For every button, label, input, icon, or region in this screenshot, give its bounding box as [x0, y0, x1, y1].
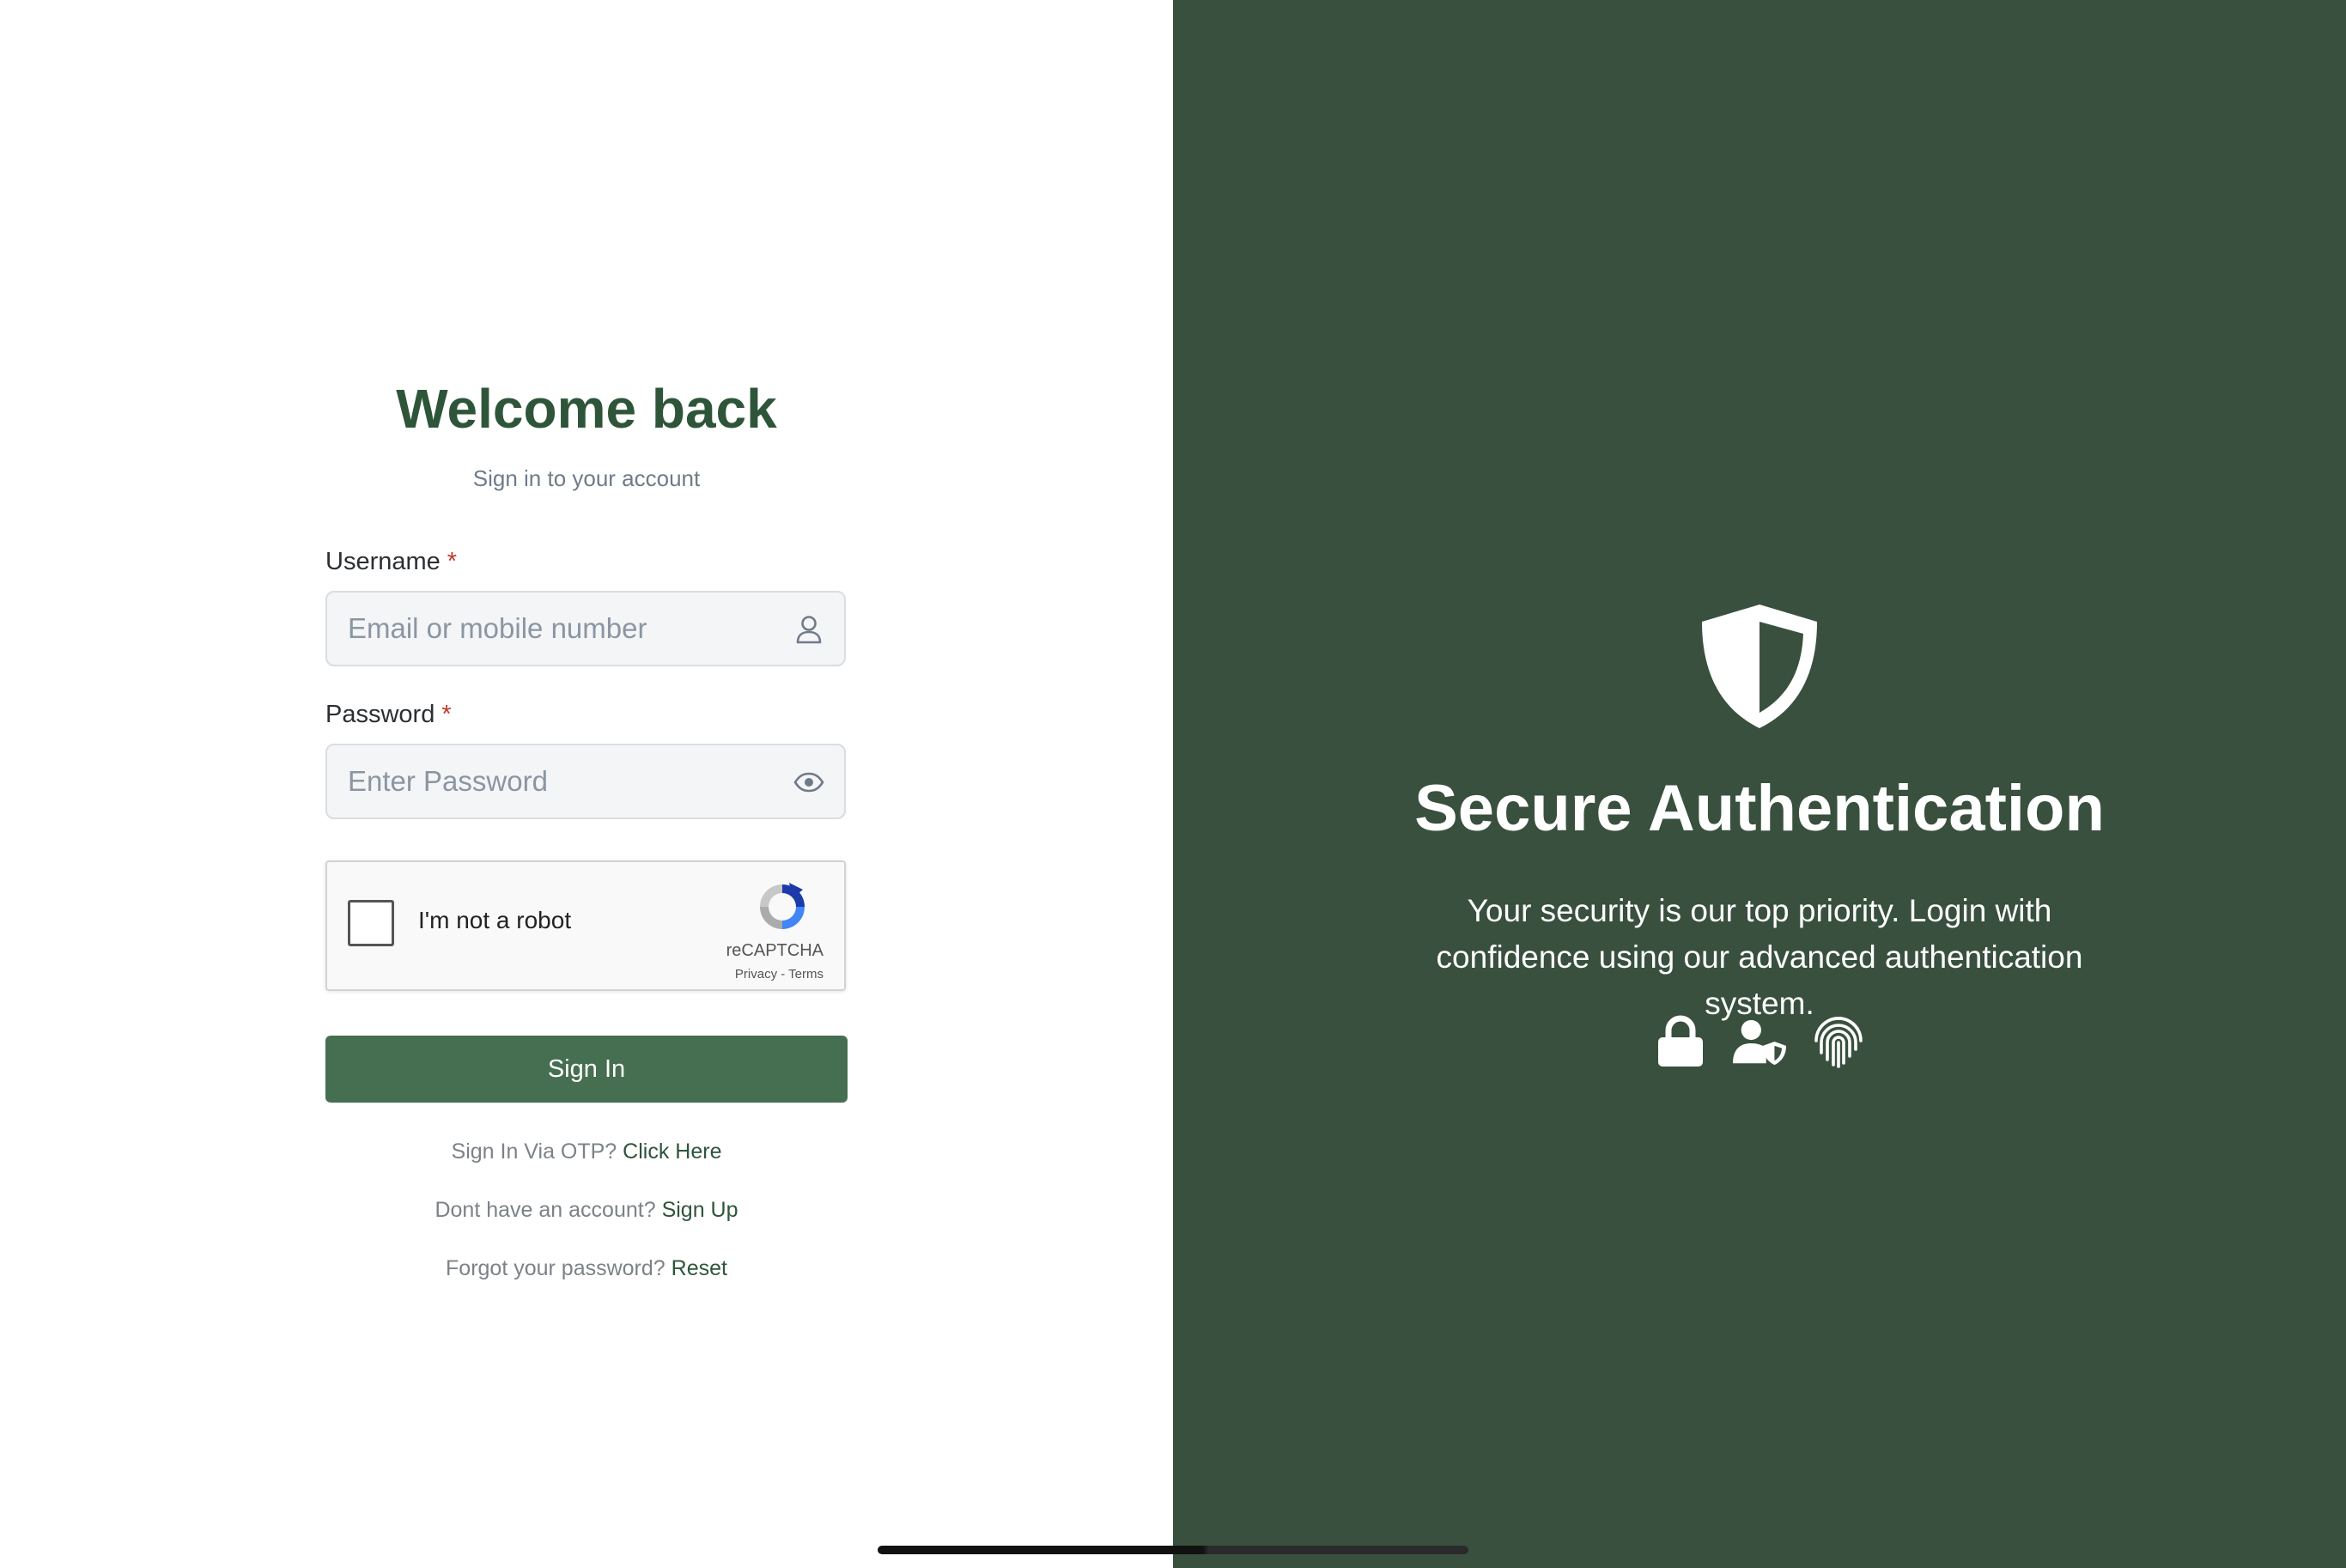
- signup-link[interactable]: Sign Up: [662, 1198, 738, 1222]
- sign-in-button[interactable]: Sign In: [325, 1036, 848, 1103]
- signup-prompt: Dont have an account?: [435, 1198, 656, 1222]
- username-label-text: Username: [325, 548, 441, 575]
- password-label: Password *: [325, 697, 848, 732]
- signup-line: Dont have an account? Sign Up: [325, 1195, 848, 1225]
- recaptcha-label: I'm not a robot: [418, 907, 572, 933]
- password-input[interactable]: [348, 745, 777, 817]
- reset-link[interactable]: Reset: [672, 1256, 727, 1280]
- recaptcha-brand: reCAPTCHA: [726, 941, 824, 960]
- eye-icon[interactable]: [793, 766, 825, 799]
- password-field: [325, 744, 846, 819]
- otp-line: Sign In Via OTP? Click Here: [325, 1137, 848, 1166]
- username-label: Username *: [325, 544, 848, 579]
- username-field: [325, 591, 846, 666]
- otp-link[interactable]: Click Here: [623, 1140, 721, 1164]
- login-form: Welcome back Sign in to your account Use…: [325, 371, 848, 1283]
- page-title: Welcome back: [396, 378, 777, 440]
- required-mark: *: [447, 548, 458, 575]
- page-subtitle: Sign in to your account: [472, 465, 701, 491]
- lock-icon: [1654, 1013, 1707, 1070]
- fingerprint-icon: [1812, 1013, 1865, 1070]
- shield-icon: [1697, 601, 1822, 732]
- promo-title: Secure Authentication: [1414, 772, 2105, 845]
- promo-description: Your security is our top priority. Login…: [1436, 893, 2083, 1021]
- login-page: Welcome back Sign in to your account Use…: [0, 0, 2346, 1568]
- login-panel: Welcome back Sign in to your account Use…: [0, 0, 1173, 1568]
- required-mark: *: [441, 701, 452, 728]
- recaptcha-checkbox[interactable]: [348, 900, 394, 946]
- recaptcha-logo-icon: [755, 879, 810, 934]
- recaptcha-widget: I'm not a robot reCAPTCHA Privacy - Term…: [325, 860, 846, 991]
- feature-icons: [1173, 1013, 2346, 1070]
- home-indicator[interactable]: [878, 1546, 1468, 1554]
- username-input[interactable]: [348, 593, 777, 665]
- password-label-text: Password: [325, 701, 435, 728]
- recaptcha-links[interactable]: Privacy - Terms: [735, 967, 824, 982]
- user-icon: [793, 613, 825, 646]
- forgot-line: Forgot your password? Reset: [325, 1254, 848, 1283]
- user-shield-icon: [1733, 1013, 1786, 1070]
- promo-panel: Secure Authentication Your security is o…: [1173, 0, 2346, 1568]
- otp-prompt: Sign In Via OTP?: [451, 1140, 617, 1164]
- forgot-prompt: Forgot your password?: [446, 1256, 666, 1280]
